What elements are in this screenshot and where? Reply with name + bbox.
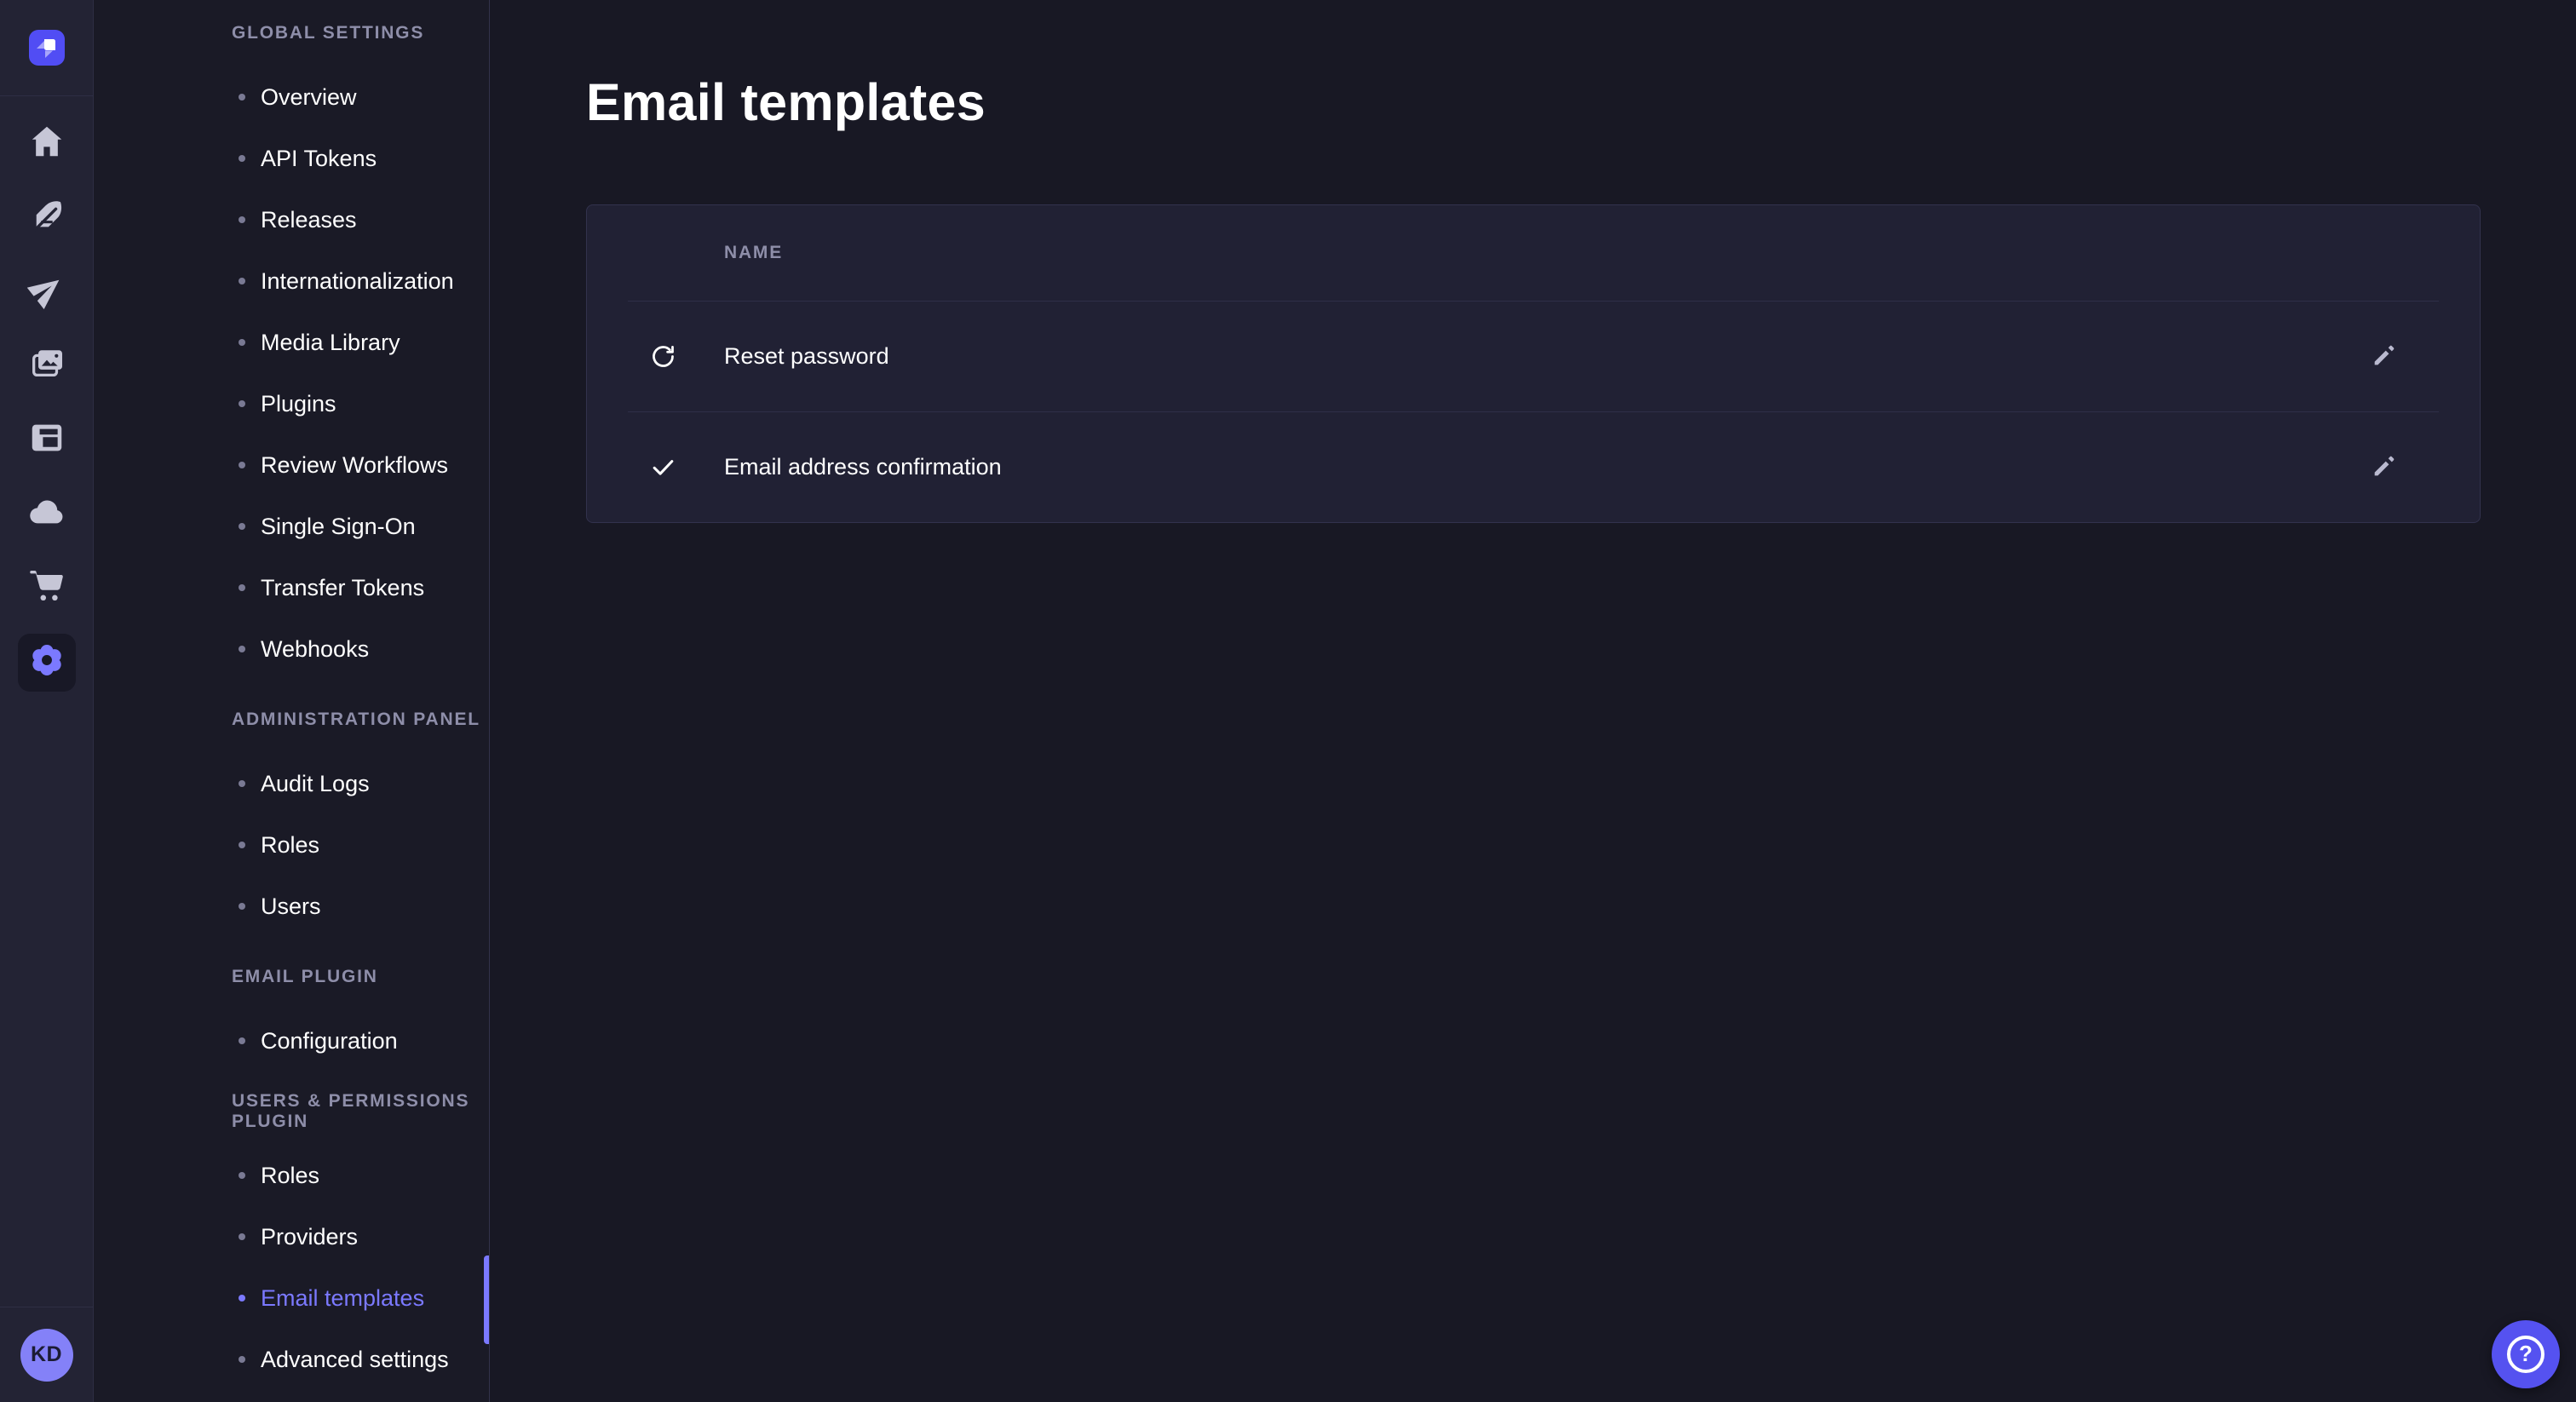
rail-item-cloud[interactable] — [0, 477, 93, 551]
table-row-email-confirmation[interactable]: Email address confirmation — [628, 411, 2439, 522]
subnav-item-transfer-tokens[interactable]: Transfer Tokens — [94, 557, 489, 618]
bullet-icon — [239, 646, 245, 652]
settings-subnav: Global settings Overview API Tokens Rele… — [94, 0, 490, 1402]
table-row-reset-password[interactable]: Reset password — [628, 301, 2439, 411]
template-name: Reset password — [724, 343, 889, 370]
feather-icon — [27, 196, 66, 239]
bullet-icon — [239, 1356, 245, 1363]
app-root: KD Global settings Overview API Tokens R… — [0, 0, 2576, 1402]
subnav-section-users-permissions-plugin: Users & Permissions plugin Roles Provide… — [94, 1089, 489, 1390]
rail-item-content-manager[interactable] — [0, 403, 93, 477]
section-header: Email plugin — [94, 954, 489, 1000]
subnav-item-up-providers[interactable]: Providers — [94, 1206, 489, 1267]
email-templates-table: Name Reset password — [586, 204, 2481, 523]
table-header-row: Name — [628, 205, 2439, 301]
subnav-item-internationalization[interactable]: Internationalization — [94, 250, 489, 312]
rail-item-content-builder[interactable] — [0, 181, 93, 255]
subnav-item-plugins[interactable]: Plugins — [94, 373, 489, 434]
subnav-item-media-library[interactable]: Media Library — [94, 312, 489, 373]
subnav-item-review-workflows[interactable]: Review Workflows — [94, 434, 489, 496]
bullet-icon — [239, 1233, 245, 1240]
subnav-item-single-sign-on[interactable]: Single Sign-On — [94, 496, 489, 557]
bullet-icon — [239, 155, 245, 162]
cloud-icon — [27, 492, 66, 536]
rail-item-home[interactable] — [0, 106, 93, 181]
subnav-section-email-plugin: Email plugin Configuration — [94, 954, 489, 1072]
bullet-icon — [239, 780, 245, 787]
subnav-section-global-settings: Global settings Overview API Tokens Rele… — [94, 10, 489, 680]
bullet-icon — [239, 216, 245, 223]
bullet-icon — [239, 1037, 245, 1044]
subnav-item-webhooks[interactable]: Webhooks — [94, 618, 489, 680]
bullet-icon — [239, 1172, 245, 1179]
bullet-icon — [239, 842, 245, 848]
pencil-icon — [2370, 451, 2399, 483]
bullet-icon — [239, 523, 245, 530]
template-name: Email address confirmation — [724, 454, 1002, 480]
bullet-icon — [239, 1295, 245, 1301]
subnav-item-releases[interactable]: Releases — [94, 189, 489, 250]
subnav-item-overview[interactable]: Overview — [94, 66, 489, 128]
rail-item-marketplace[interactable] — [0, 551, 93, 625]
section-header: Global settings — [94, 10, 489, 56]
section-header: Users & Permissions plugin — [94, 1089, 489, 1135]
rail-bottom: KD — [0, 1307, 93, 1402]
subnav-item-advanced-settings[interactable]: Advanced settings — [94, 1329, 489, 1390]
subnav-item-audit-logs[interactable]: Audit Logs — [94, 753, 489, 814]
subnav-item-admin-roles[interactable]: Roles — [94, 814, 489, 876]
pencil-icon — [2370, 341, 2399, 372]
main-nav-rail: KD — [0, 0, 94, 1402]
send-icon — [27, 270, 66, 313]
main-content: Email templates Name Reset password — [490, 0, 2576, 1402]
bullet-icon — [239, 400, 245, 407]
bullet-icon — [239, 462, 245, 468]
column-header-name: Name — [724, 243, 783, 263]
bullet-icon — [239, 278, 245, 284]
rail-item-settings[interactable] — [0, 625, 93, 699]
layout-icon — [27, 418, 66, 462]
bullet-icon — [239, 584, 245, 591]
subnav-item-admin-users[interactable]: Users — [94, 876, 489, 937]
user-avatar[interactable]: KD — [20, 1329, 73, 1382]
section-header: Administration panel — [94, 697, 489, 743]
subnav-section-administration-panel: Administration panel Audit Logs Roles Us… — [94, 697, 489, 937]
bullet-icon — [239, 339, 245, 346]
edit-template-button[interactable] — [2357, 440, 2412, 495]
bullet-icon — [239, 903, 245, 910]
subnav-item-up-roles[interactable]: Roles — [94, 1145, 489, 1206]
rail-item-media-library[interactable] — [0, 329, 93, 403]
refresh-icon — [628, 342, 698, 371]
edit-template-button[interactable] — [2357, 330, 2412, 384]
workspace-logo-wrap — [0, 0, 93, 96]
question-mark-icon: ? — [2507, 1336, 2544, 1373]
check-icon — [628, 453, 698, 481]
help-button[interactable]: ? — [2492, 1320, 2560, 1388]
bullet-icon — [239, 94, 245, 101]
rail-item-deploy[interactable] — [0, 255, 93, 329]
cart-icon — [27, 566, 66, 610]
gear-icon — [27, 641, 66, 684]
subnav-item-api-tokens[interactable]: API Tokens — [94, 128, 489, 189]
settings-active-pill — [18, 634, 76, 692]
subnav-item-email-configuration[interactable]: Configuration — [94, 1010, 489, 1072]
home-icon — [27, 122, 66, 165]
strapi-logo[interactable] — [29, 30, 65, 66]
subnav-item-email-templates[interactable]: Email templates — [94, 1267, 489, 1329]
images-icon — [27, 344, 66, 388]
rail-nav — [0, 96, 93, 699]
page-title: Email templates — [586, 75, 2481, 129]
